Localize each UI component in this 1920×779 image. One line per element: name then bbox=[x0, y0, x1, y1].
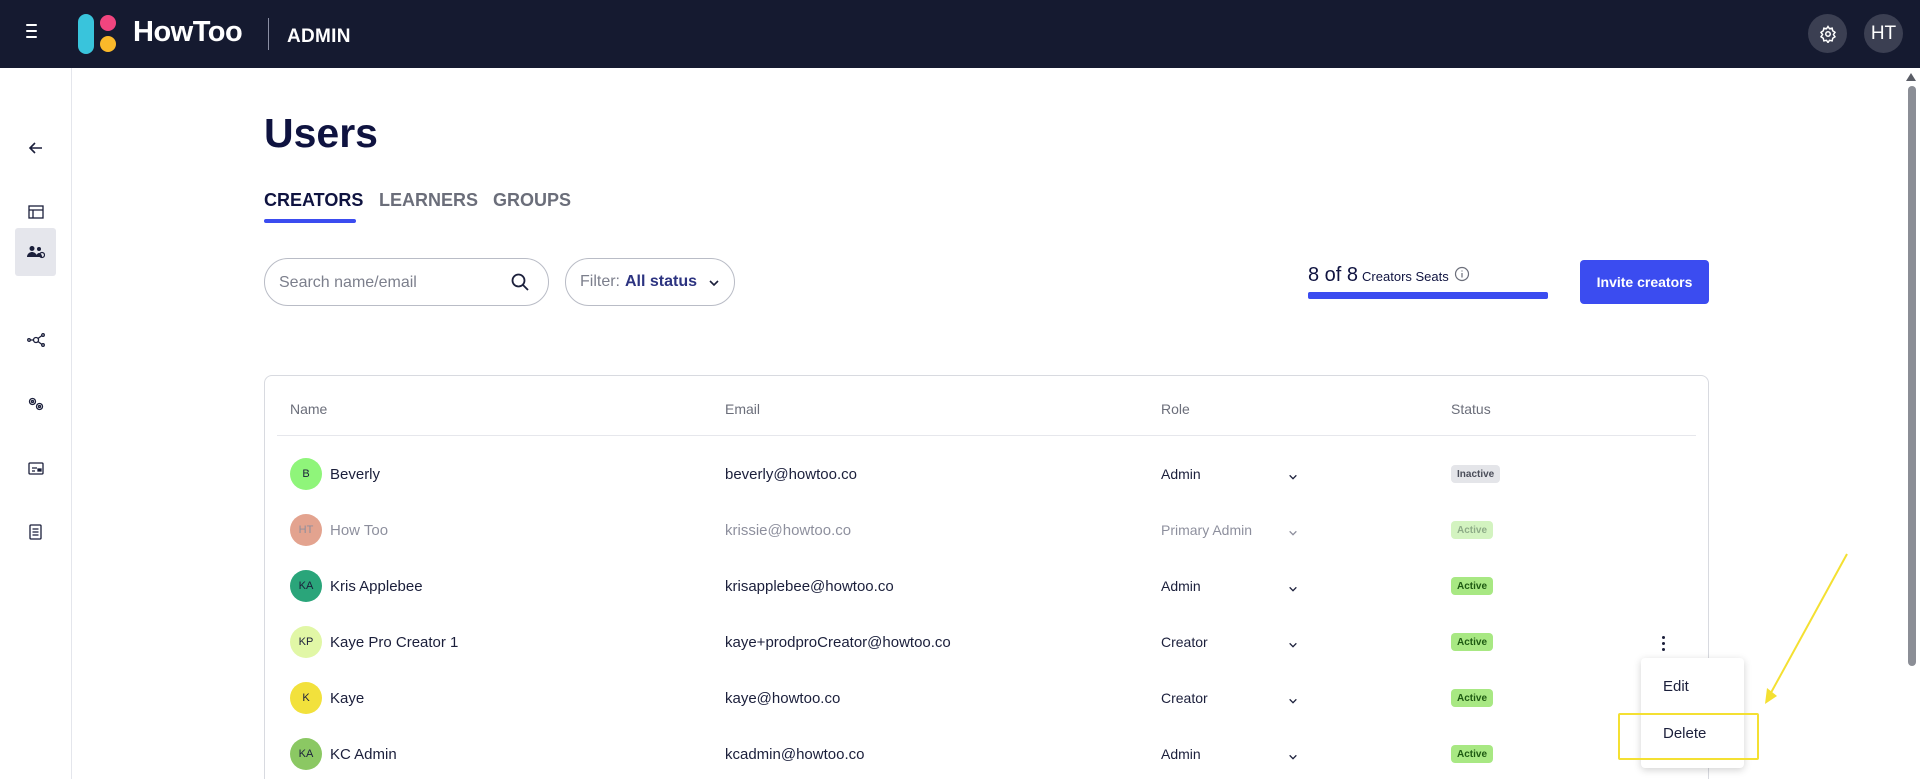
seats-label: Creators Seats bbox=[1362, 269, 1449, 284]
avatar: KA bbox=[290, 570, 322, 602]
status-badge: Active bbox=[1451, 577, 1494, 595]
brand-divider bbox=[268, 18, 269, 50]
column-header-name[interactable]: Name bbox=[290, 401, 327, 417]
tab-groups[interactable]: GROUPS bbox=[493, 190, 571, 211]
sidebar bbox=[0, 68, 72, 779]
menu-item-edit[interactable]: Edit bbox=[1663, 678, 1689, 695]
seats-count: 8 of 8 bbox=[1308, 264, 1359, 286]
role-select[interactable]: Admin bbox=[1161, 746, 1201, 762]
sidebar-item-users[interactable] bbox=[15, 228, 56, 276]
role-select[interactable]: Creator bbox=[1161, 634, 1208, 650]
avatar: KA bbox=[290, 738, 322, 770]
sidebar-item-integrations[interactable] bbox=[15, 316, 56, 364]
search-input[interactable] bbox=[279, 271, 499, 295]
avatar: K bbox=[290, 682, 322, 714]
scroll-up-arrow-icon[interactable] bbox=[1906, 73, 1916, 81]
network-icon bbox=[26, 333, 45, 347]
howtoo-logo[interactable] bbox=[78, 14, 120, 54]
chevron-down-icon[interactable] bbox=[1288, 581, 1298, 599]
status-badge: Active bbox=[1451, 689, 1494, 707]
tab-creators[interactable]: CREATORS bbox=[264, 190, 363, 211]
arrow-left-icon bbox=[28, 142, 42, 154]
gear-icon bbox=[1819, 24, 1836, 43]
section-label: ADMIN bbox=[287, 26, 351, 47]
table-row[interactable]: K Kaye kaye@howtoo.co Creator Active bbox=[265, 671, 1708, 727]
sidebar-item-back[interactable] bbox=[15, 124, 56, 172]
column-header-role[interactable]: Role bbox=[1161, 401, 1190, 417]
page-scrollbar[interactable] bbox=[1903, 70, 1920, 779]
status-badge: Active bbox=[1451, 633, 1494, 651]
user-email: krissie@howtoo.co bbox=[725, 522, 852, 539]
seats-progress-bar bbox=[1308, 292, 1548, 299]
scroll-thumb[interactable] bbox=[1908, 86, 1916, 666]
settings-button[interactable] bbox=[1808, 14, 1847, 53]
status-badge: Active bbox=[1451, 521, 1494, 539]
sidebar-item-settings[interactable] bbox=[15, 380, 56, 428]
user-name: Kaye bbox=[330, 690, 365, 707]
user-name: Beverly bbox=[330, 466, 381, 483]
avatar: KP bbox=[290, 626, 322, 658]
seats-summary: 8 of 8 Creators Seats bbox=[1308, 264, 1470, 287]
search-box bbox=[264, 258, 549, 306]
cogs-icon bbox=[28, 397, 43, 411]
delete-highlight-annotation bbox=[1618, 713, 1759, 760]
role-select[interactable]: Creator bbox=[1161, 690, 1208, 706]
hamburger-menu-icon[interactable] bbox=[26, 24, 42, 42]
table-header: Name Email Role Status bbox=[265, 376, 1708, 436]
page-title: Users bbox=[264, 110, 378, 156]
user-email: krisapplebee@howtoo.co bbox=[725, 578, 894, 595]
user-email: kaye@howtoo.co bbox=[725, 690, 841, 707]
user-name: KC Admin bbox=[330, 746, 397, 763]
user-email: kcadmin@howtoo.co bbox=[725, 746, 865, 763]
active-tab-indicator bbox=[264, 219, 356, 223]
user-email: kaye+prodproCreator@howtoo.co bbox=[725, 634, 951, 651]
role-select[interactable]: Admin bbox=[1161, 466, 1201, 482]
top-bar: HowToo ADMIN HT bbox=[0, 0, 1920, 68]
brand-name: HowToo bbox=[133, 16, 243, 48]
chevron-down-icon[interactable] bbox=[1288, 749, 1298, 767]
users-icon bbox=[26, 246, 45, 259]
more-options-icon[interactable] bbox=[1657, 632, 1669, 654]
chevron-down-icon[interactable] bbox=[1288, 469, 1298, 487]
document-icon bbox=[29, 524, 42, 540]
users-table: Name Email Role Status B Beverly beverly@h… bbox=[264, 375, 1709, 779]
info-icon[interactable] bbox=[1454, 266, 1470, 287]
sidebar-item-reports[interactable] bbox=[15, 508, 56, 556]
invite-creators-button[interactable]: Invite creators bbox=[1580, 260, 1709, 304]
chevron-down-icon[interactable] bbox=[1288, 637, 1298, 655]
table-row[interactable]: KA KC Admin kcadmin@howtoo.co Admin Active bbox=[265, 727, 1708, 779]
role-select[interactable]: Primary Admin bbox=[1161, 522, 1252, 538]
status-badge: Inactive bbox=[1451, 465, 1501, 483]
user-name: Kaye Pro Creator 1 bbox=[330, 634, 459, 651]
user-avatar[interactable]: HT bbox=[1864, 14, 1903, 53]
role-select[interactable]: Admin bbox=[1161, 578, 1201, 594]
layout-icon bbox=[27, 205, 44, 219]
table-row[interactable]: KP Kaye Pro Creator 1 kaye+prodproCreator@… bbox=[265, 615, 1708, 671]
table-row[interactable]: B Beverly beverly@howtoo.co Admin Inactive bbox=[265, 447, 1708, 503]
chevron-down-icon[interactable] bbox=[1288, 693, 1298, 711]
chevron-down-icon bbox=[708, 276, 720, 294]
filter-value: All status bbox=[625, 273, 698, 290]
chevron-down-icon[interactable] bbox=[1288, 525, 1298, 543]
status-filter-dropdown[interactable]: Filter: All status bbox=[565, 258, 735, 306]
table-row[interactable]: KA Kris Applebee krisapplebee@howtoo.co Adm… bbox=[265, 559, 1708, 615]
avatar: HT bbox=[290, 514, 322, 546]
filter-label: Filter: bbox=[580, 273, 620, 290]
avatar: B bbox=[290, 458, 322, 490]
tab-learners[interactable]: LEARNERS bbox=[379, 190, 478, 211]
sidebar-item-billing[interactable] bbox=[15, 444, 56, 492]
card-icon bbox=[27, 461, 44, 475]
seats-progress-fill bbox=[1308, 292, 1548, 299]
user-email: beverly@howtoo.co bbox=[725, 466, 857, 483]
header-divider bbox=[277, 435, 1696, 436]
table-row[interactable]: HT How Too krissie@howtoo.co Primary Admin A… bbox=[265, 503, 1708, 559]
search-icon[interactable] bbox=[510, 272, 530, 297]
user-name: Kris Applebee bbox=[330, 578, 423, 595]
column-header-email[interactable]: Email bbox=[725, 401, 760, 417]
annotation-arrow-icon bbox=[1765, 553, 1848, 704]
column-header-status[interactable]: Status bbox=[1451, 401, 1491, 417]
user-name: How Too bbox=[330, 522, 389, 539]
status-badge: Active bbox=[1451, 745, 1494, 763]
